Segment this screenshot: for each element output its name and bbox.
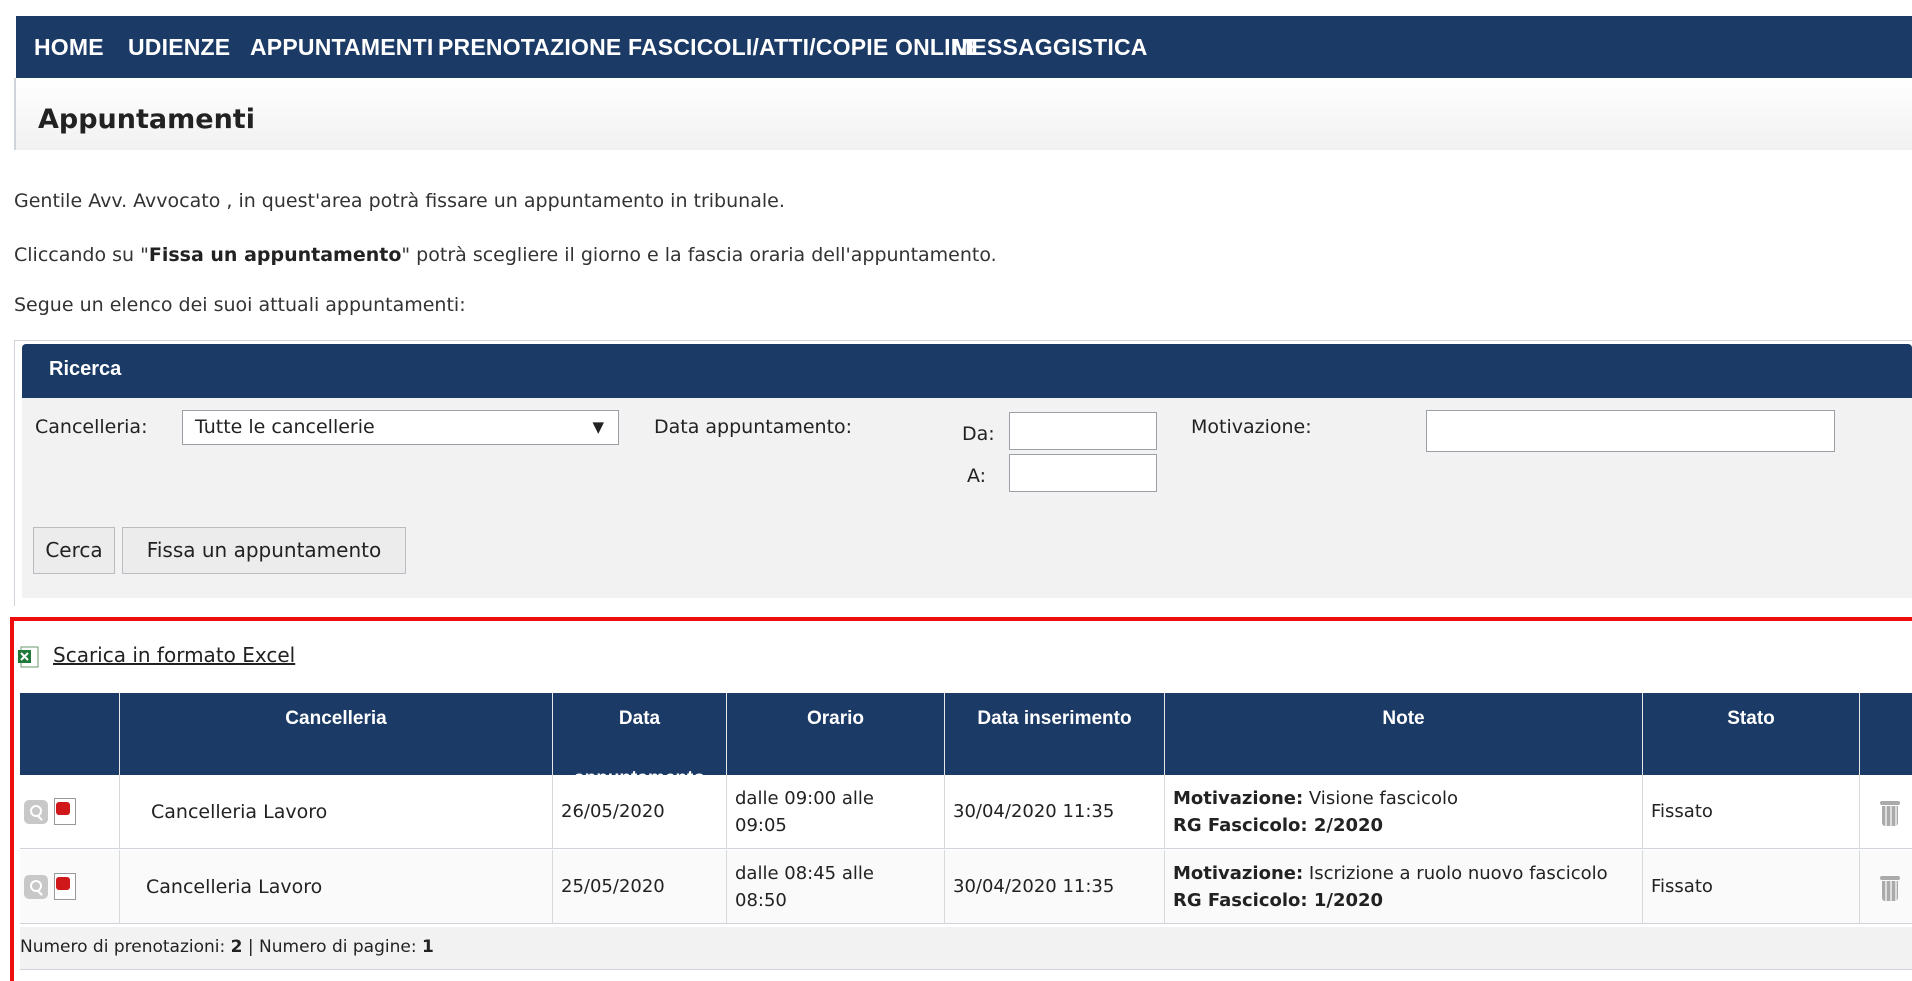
intro-list-label: Segue un elenco dei suoi attuali appunta… xyxy=(14,294,466,316)
dropdown-arrow-icon: ▼ xyxy=(592,418,604,436)
nav-messaggistica[interactable]: MESSAGGISTICA xyxy=(952,16,1148,78)
top-strip xyxy=(0,0,1912,16)
cell-data: 26/05/2020 xyxy=(552,775,726,848)
intro-instructions: Cliccando su "Fissa un appuntamento" pot… xyxy=(14,244,997,266)
intro-greeting: Gentile Avv. Avvocato , in quest'area po… xyxy=(14,190,785,212)
table-row: Cancelleria Lavoro 25/05/2020 dalle 08:4… xyxy=(20,850,1912,924)
cell-orario: dalle 09:00 alle 09:05 xyxy=(726,775,944,848)
cell-cancelleria: Cancelleria Lavoro xyxy=(119,850,552,923)
search-button[interactable]: Cerca xyxy=(33,527,115,574)
th-orario[interactable]: Orario xyxy=(726,693,944,775)
cell-inserimento: 30/04/2020 11:35 xyxy=(944,775,1164,848)
th-data-inserimento[interactable]: Data inserimento xyxy=(944,693,1164,775)
table-header: Cancelleria Dataappuntamento Orario Data… xyxy=(20,693,1912,789)
cell-data: 25/05/2020 xyxy=(552,850,726,923)
th-data-appuntamento[interactable]: Dataappuntamento xyxy=(552,693,726,789)
nav-home[interactable]: HOME xyxy=(34,16,104,78)
row-actions xyxy=(20,850,119,923)
th-stato[interactable]: Stato xyxy=(1642,693,1859,775)
view-icon[interactable] xyxy=(24,799,48,824)
row-actions xyxy=(20,775,119,848)
search-header: Ricerca xyxy=(22,344,1912,398)
title-divider xyxy=(14,78,16,150)
date-to-input[interactable] xyxy=(1009,454,1157,492)
cell-cancelleria: Cancelleria Lavoro xyxy=(119,775,552,848)
cell-inserimento: 30/04/2020 11:35 xyxy=(944,850,1164,923)
table-footer: Numero di prenotazioni: 2 | Numero di pa… xyxy=(20,927,1912,970)
table-row: Cancelleria Lavoro 26/05/2020 dalle 09:0… xyxy=(20,775,1912,849)
cell-note: Motivazione: Iscrizione a ruolo nuovo fa… xyxy=(1164,850,1642,923)
excel-icon xyxy=(18,646,39,668)
motivazione-label: Motivazione: xyxy=(1191,416,1312,438)
date-label: Data appuntamento: xyxy=(654,416,853,438)
pdf-icon[interactable] xyxy=(54,798,76,825)
to-label: A: xyxy=(967,465,987,487)
trash-icon[interactable] xyxy=(1880,873,1900,901)
from-label: Da: xyxy=(962,423,995,445)
th-note[interactable]: Note xyxy=(1164,693,1642,775)
th-actions xyxy=(20,693,119,775)
cancelleria-label: Cancelleria: xyxy=(35,416,148,438)
trash-icon[interactable] xyxy=(1880,798,1900,826)
cell-note: Motivazione: Visione fascicolo RG Fascico… xyxy=(1164,775,1642,848)
search-header-title: Ricerca xyxy=(49,358,122,380)
nav-prenotazione[interactable]: PRENOTAZIONE FASCICOLI/ATTI/COPIE ONLINE xyxy=(438,16,983,78)
row-delete xyxy=(1859,775,1912,848)
th-cancelleria[interactable]: Cancelleria xyxy=(119,693,552,775)
cancelleria-select-value: Tutte le cancellerie xyxy=(195,416,375,438)
pagination-summary: Numero di prenotazioni: 2 | Numero di pa… xyxy=(20,937,434,957)
new-appointment-button[interactable]: Fissa un appuntamento xyxy=(122,527,406,574)
page-title: Appuntamenti xyxy=(38,104,255,135)
row-delete xyxy=(1859,850,1912,923)
motivazione-input[interactable] xyxy=(1426,410,1835,452)
excel-download-link[interactable]: Scarica in formato Excel xyxy=(53,643,295,667)
main-nav: HOME UDIENZE APPUNTAMENTI PRENOTAZIONE F… xyxy=(16,16,1912,78)
cell-orario: dalle 08:45 alle 08:50 xyxy=(726,850,944,923)
cell-stato: Fissato xyxy=(1642,775,1859,848)
date-from-input[interactable] xyxy=(1009,412,1157,450)
nav-udienze[interactable]: UDIENZE xyxy=(128,16,230,78)
view-icon[interactable] xyxy=(24,874,48,899)
nav-appuntamenti[interactable]: APPUNTAMENTI xyxy=(250,16,433,78)
pdf-icon[interactable] xyxy=(54,873,76,900)
th-delete xyxy=(1859,693,1912,775)
title-band xyxy=(16,78,1912,150)
cancelleria-select[interactable]: Tutte le cancellerie ▼ xyxy=(182,410,619,445)
cell-stato: Fissato xyxy=(1642,850,1859,923)
